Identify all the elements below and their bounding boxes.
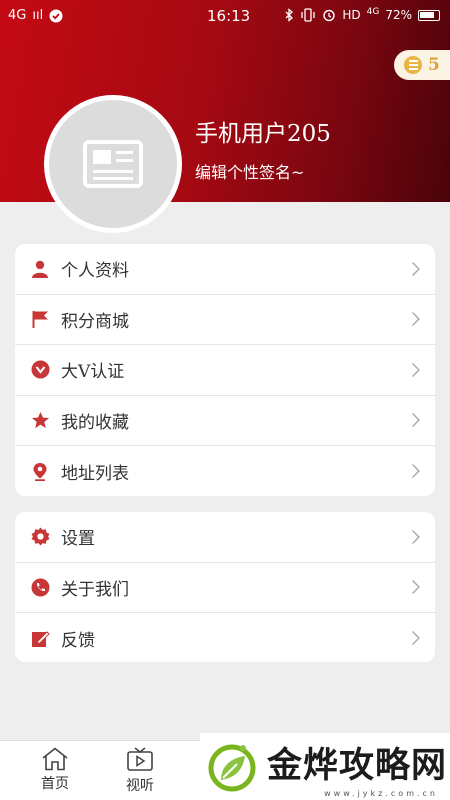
menu-item-label: 个人资料 xyxy=(61,261,129,282)
chevron-right-icon xyxy=(412,529,420,544)
signature-edit[interactable]: 编辑个性签名~ xyxy=(195,159,304,183)
menu-item-settings[interactable]: 设置 xyxy=(15,512,435,563)
chevron-right-icon xyxy=(412,261,420,276)
star-icon xyxy=(30,410,50,430)
bluetooth-icon xyxy=(285,8,294,22)
menu-item-label: 大V认证 xyxy=(61,362,125,383)
status-bar: 4G ııl 16:13 HD 4G 72% xyxy=(0,0,450,32)
alarm-icon xyxy=(323,9,336,22)
menu-item-label: 设置 xyxy=(61,529,95,550)
tab-video-label: 视听 xyxy=(126,778,154,794)
battery-icon xyxy=(418,9,440,21)
menu-item-label: 我的收藏 xyxy=(61,412,129,433)
menu-item-about[interactable]: 关于我们 xyxy=(15,563,435,613)
menu-item-favorites[interactable]: 我的收藏 xyxy=(15,396,435,446)
tab-home-label: 首页 xyxy=(41,776,69,792)
avatar-placeholder-icon xyxy=(83,140,143,188)
menu-card-secondary: 设置 关于我们 反馈 xyxy=(15,512,435,662)
menu-item-feedback[interactable]: 反馈 xyxy=(15,613,435,662)
menu-item-profile[interactable]: 个人资料 xyxy=(15,244,435,295)
chevron-right-icon xyxy=(412,413,420,428)
vibrate-icon xyxy=(301,8,316,22)
coin-count: 5 xyxy=(428,55,440,75)
menu-card-primary: 个人资料 积分商城 大V认证 我的收藏 地址列表 xyxy=(15,244,435,496)
avatar[interactable] xyxy=(44,95,182,233)
status-left: 4G ııl xyxy=(8,8,63,23)
chevron-right-icon xyxy=(412,362,420,377)
coin-badge[interactable]: 5 xyxy=(394,50,450,80)
verified-icon xyxy=(30,360,50,380)
network-hd-text: HD xyxy=(342,8,361,22)
chevron-right-icon xyxy=(412,631,420,646)
coin-icon xyxy=(404,56,422,74)
tab-home[interactable]: 首页 xyxy=(27,747,83,793)
menu-item-label: 反馈 xyxy=(61,630,95,651)
flag-icon xyxy=(30,309,50,329)
watermark-logo xyxy=(208,744,256,791)
signal-icon: ııl xyxy=(32,8,44,23)
menu-item-label: 地址列表 xyxy=(61,463,129,484)
status-time: 16:13 xyxy=(207,7,251,25)
status-right: HD 4G 72% xyxy=(284,7,440,22)
watermark-text: 金烨攻略网 xyxy=(267,746,448,786)
chevron-right-icon xyxy=(412,580,420,595)
person-icon xyxy=(30,259,50,279)
tab-video[interactable]: 视听 xyxy=(112,747,168,795)
phone-icon xyxy=(30,577,50,597)
watermark-url: www.jykz.com.cn xyxy=(324,789,438,798)
menu-item-verification[interactable]: 大V认证 xyxy=(15,345,435,396)
network-gen-text: 4G xyxy=(366,7,380,17)
home-icon xyxy=(42,747,68,771)
tv-play-icon xyxy=(127,747,153,771)
edit-icon xyxy=(30,628,50,648)
chevron-right-icon xyxy=(412,464,420,479)
menu-item-label: 关于我们 xyxy=(61,579,129,600)
battery-percent: 72% xyxy=(385,8,412,22)
menu-item-points-mall[interactable]: 积分商城 xyxy=(15,295,435,345)
watermark: 金烨攻略网 www.jykz.com.cn xyxy=(200,733,450,800)
location-pin-icon xyxy=(30,461,50,481)
check-circle-icon xyxy=(49,9,63,22)
menu-item-address-list[interactable]: 地址列表 xyxy=(15,446,435,496)
gear-icon xyxy=(30,527,50,547)
chevron-right-icon xyxy=(412,312,420,327)
username[interactable]: 手机用户205 xyxy=(195,114,331,148)
menu-item-label: 积分商城 xyxy=(61,311,129,332)
carrier-text: 4G xyxy=(8,8,27,23)
